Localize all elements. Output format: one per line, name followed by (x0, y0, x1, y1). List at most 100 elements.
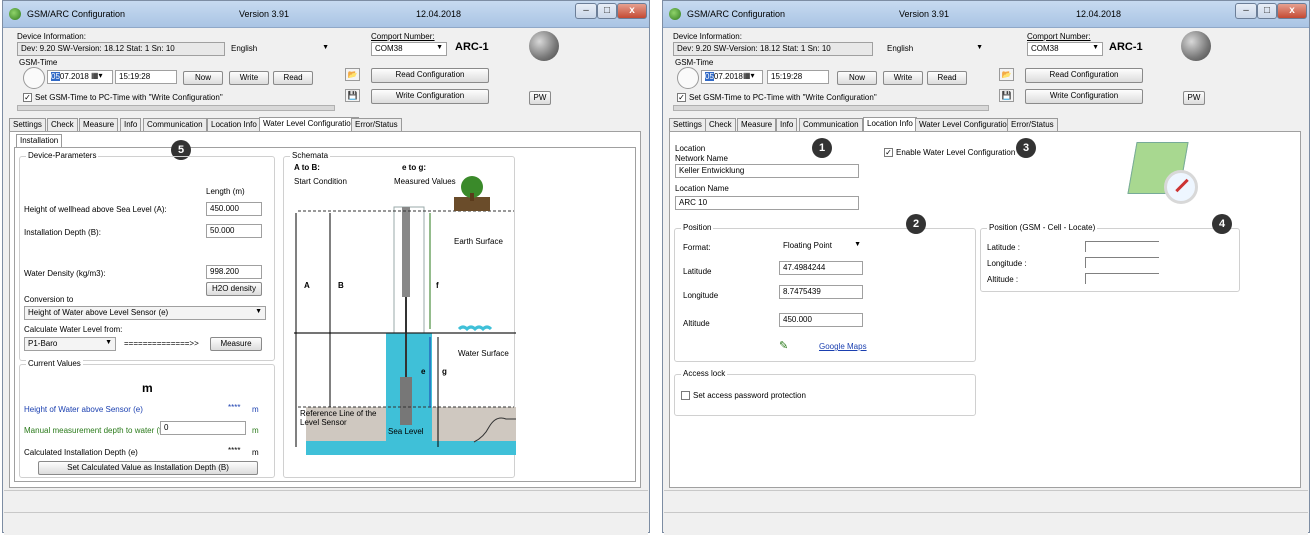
gsm-time-label: GSM-Time (675, 58, 714, 67)
gsm-longitude-input[interactable] (1085, 257, 1159, 268)
time-field[interactable]: 15:19:28 (767, 70, 829, 84)
date-field[interactable]: 0507.2018 (47, 70, 113, 84)
maximize-icon[interactable]: □ (597, 3, 617, 19)
gsm-altitude-input[interactable] (1085, 273, 1159, 284)
open-folder-icon[interactable]: 📂 (999, 68, 1014, 81)
density-input[interactable]: 998.200 (206, 265, 262, 279)
read-configuration-button[interactable]: Read Configuration (371, 68, 489, 83)
current-values-title: Current Values (26, 359, 83, 368)
latitude-input[interactable]: 47.4984244 (779, 261, 863, 275)
tab-settings[interactable]: Settings (9, 118, 46, 131)
label-f: f (436, 281, 439, 290)
tab-communication[interactable]: Communication (143, 118, 207, 131)
tab-settings[interactable]: Settings (669, 118, 706, 131)
gsm-longitude-label: Longitude : (987, 259, 1027, 268)
chevron-down-icon: ▼ (322, 44, 329, 51)
tab-check[interactable]: Check (47, 118, 78, 131)
title-bar: GSM/ARC Configuration Version 3.91 12.04… (663, 1, 1309, 28)
read-button[interactable]: Read (927, 71, 967, 85)
manual-depth-unit: m (252, 426, 259, 435)
tab-error-status[interactable]: Error/Status (351, 118, 402, 131)
tab-location-info[interactable]: Location Info (863, 117, 917, 131)
read-configuration-button[interactable]: Read Configuration (1025, 68, 1143, 83)
device-parameters-group: Device-Parameters Length (m) Height of w… (19, 151, 275, 361)
time-value: 15:19:28 (771, 72, 803, 81)
save-disk-icon[interactable]: 💾 (999, 89, 1014, 102)
calc-depth-unit: m (252, 448, 259, 457)
maximize-icon[interactable]: □ (1257, 3, 1277, 19)
open-folder-icon[interactable]: 📂 (345, 68, 360, 81)
language-select[interactable]: English ▼ (227, 42, 333, 56)
map-compass-icon (1126, 136, 1202, 212)
write-configuration-button[interactable]: Write Configuration (1025, 89, 1143, 104)
water-surface-label: Water Surface (458, 349, 509, 358)
set-calculated-value-button[interactable]: Set Calculated Value as Installation Dep… (38, 461, 258, 475)
set-gsm-time-checkbox[interactable]: ✓ (677, 93, 686, 102)
title-bar: GSM/ARC Configuration Version 3.91 12.04… (3, 1, 649, 28)
save-disk-icon[interactable]: 💾 (345, 89, 360, 102)
gsm-altitude-label: Altitude : (987, 275, 1019, 284)
access-lock-title: Access lock (681, 369, 728, 378)
wellhead-input[interactable]: 450.000 (206, 202, 262, 216)
minimize-icon[interactable]: – (1235, 3, 1257, 19)
gsm-latitude-input[interactable] (1085, 241, 1159, 252)
pw-button[interactable]: PW (529, 91, 551, 105)
subtab-installation[interactable]: Installation (16, 134, 63, 148)
globe-icon (529, 31, 559, 61)
tab-measure[interactable]: Measure (79, 118, 119, 131)
read-button[interactable]: Read (273, 71, 313, 85)
tab-water-level-configuration[interactable]: Water Level Configuration (915, 118, 1016, 131)
language-select[interactable]: English ▼ (883, 42, 987, 56)
calc-from-select[interactable]: P1-Baro ▼ (24, 337, 116, 351)
close-icon[interactable]: x (617, 3, 647, 19)
set-gsm-time-checkbox[interactable]: ✓ (23, 93, 32, 102)
tab-check[interactable]: Check (705, 118, 736, 131)
right-window: GSM/ARC Configuration Version 3.91 12.04… (662, 0, 1310, 535)
wellhead-label: Height of wellhead above Sea Level (A): (24, 205, 167, 214)
tab-error-status[interactable]: Error/Status (1007, 118, 1058, 131)
tab-location-info[interactable]: Location Info (207, 118, 261, 131)
conversion-select[interactable]: Height of Water above Level Sensor (e) ▼ (24, 306, 266, 320)
language-value: English (231, 44, 258, 53)
h2o-density-button[interactable]: H2O density (206, 282, 262, 296)
position-group: Position Format: Floating Point ▼ Latitud… (674, 223, 976, 362)
longitude-input[interactable]: 8.7475439 (779, 285, 863, 299)
install-depth-input[interactable]: 50.000 (206, 224, 262, 238)
length-header: Length (m) (206, 187, 245, 196)
write-configuration-button[interactable]: Write Configuration (371, 89, 489, 104)
pw-button[interactable]: PW (1183, 91, 1205, 105)
altitude-input[interactable]: 450.000 (779, 313, 863, 327)
time-field[interactable]: 15:19:28 (115, 70, 177, 84)
chevron-down-icon: ▼ (1092, 44, 1099, 51)
tab-water-level-configuration[interactable]: Water Level Configuration (259, 117, 360, 131)
format-select[interactable]: Floating Point ▼ (779, 239, 865, 253)
now-button[interactable]: Now (837, 71, 877, 85)
measure-button[interactable]: Measure (210, 337, 262, 351)
status-bar-1 (664, 490, 1308, 513)
calendar-icon[interactable]: ▦▾ (91, 71, 103, 80)
tab-info[interactable]: Info (776, 118, 798, 131)
comport-select[interactable]: COM38 ▼ (1027, 42, 1103, 56)
location-name-input[interactable]: ARC 10 (675, 196, 859, 210)
tab-panel: Location Network Name Keller Entwicklung… (669, 131, 1301, 488)
password-checkbox[interactable] (681, 391, 690, 400)
calendar-icon[interactable]: ▦▾ (743, 71, 755, 80)
write-button[interactable]: Write (883, 71, 923, 85)
device-name: ARC-1 (455, 41, 489, 53)
network-name-input[interactable]: Keller Entwicklung (675, 164, 859, 178)
date-highlight: 05 (705, 72, 714, 81)
close-icon[interactable]: x (1277, 3, 1307, 19)
google-maps-link[interactable]: Google Maps (819, 342, 867, 351)
level-sensor (402, 207, 410, 297)
manual-depth-input[interactable]: 0 (160, 421, 246, 435)
time-value: 15:19:28 (119, 72, 151, 81)
comport-select[interactable]: COM38 ▼ (371, 42, 447, 56)
enable-water-level-checkbox[interactable]: ✓ (884, 148, 893, 157)
tab-communication[interactable]: Communication (799, 118, 863, 131)
tab-info[interactable]: Info (120, 118, 142, 131)
altitude-label: Altitude (683, 319, 710, 328)
write-button[interactable]: Write (229, 71, 269, 85)
minimize-icon[interactable]: – (575, 3, 597, 19)
tab-measure[interactable]: Measure (737, 118, 777, 131)
now-button[interactable]: Now (183, 71, 223, 85)
